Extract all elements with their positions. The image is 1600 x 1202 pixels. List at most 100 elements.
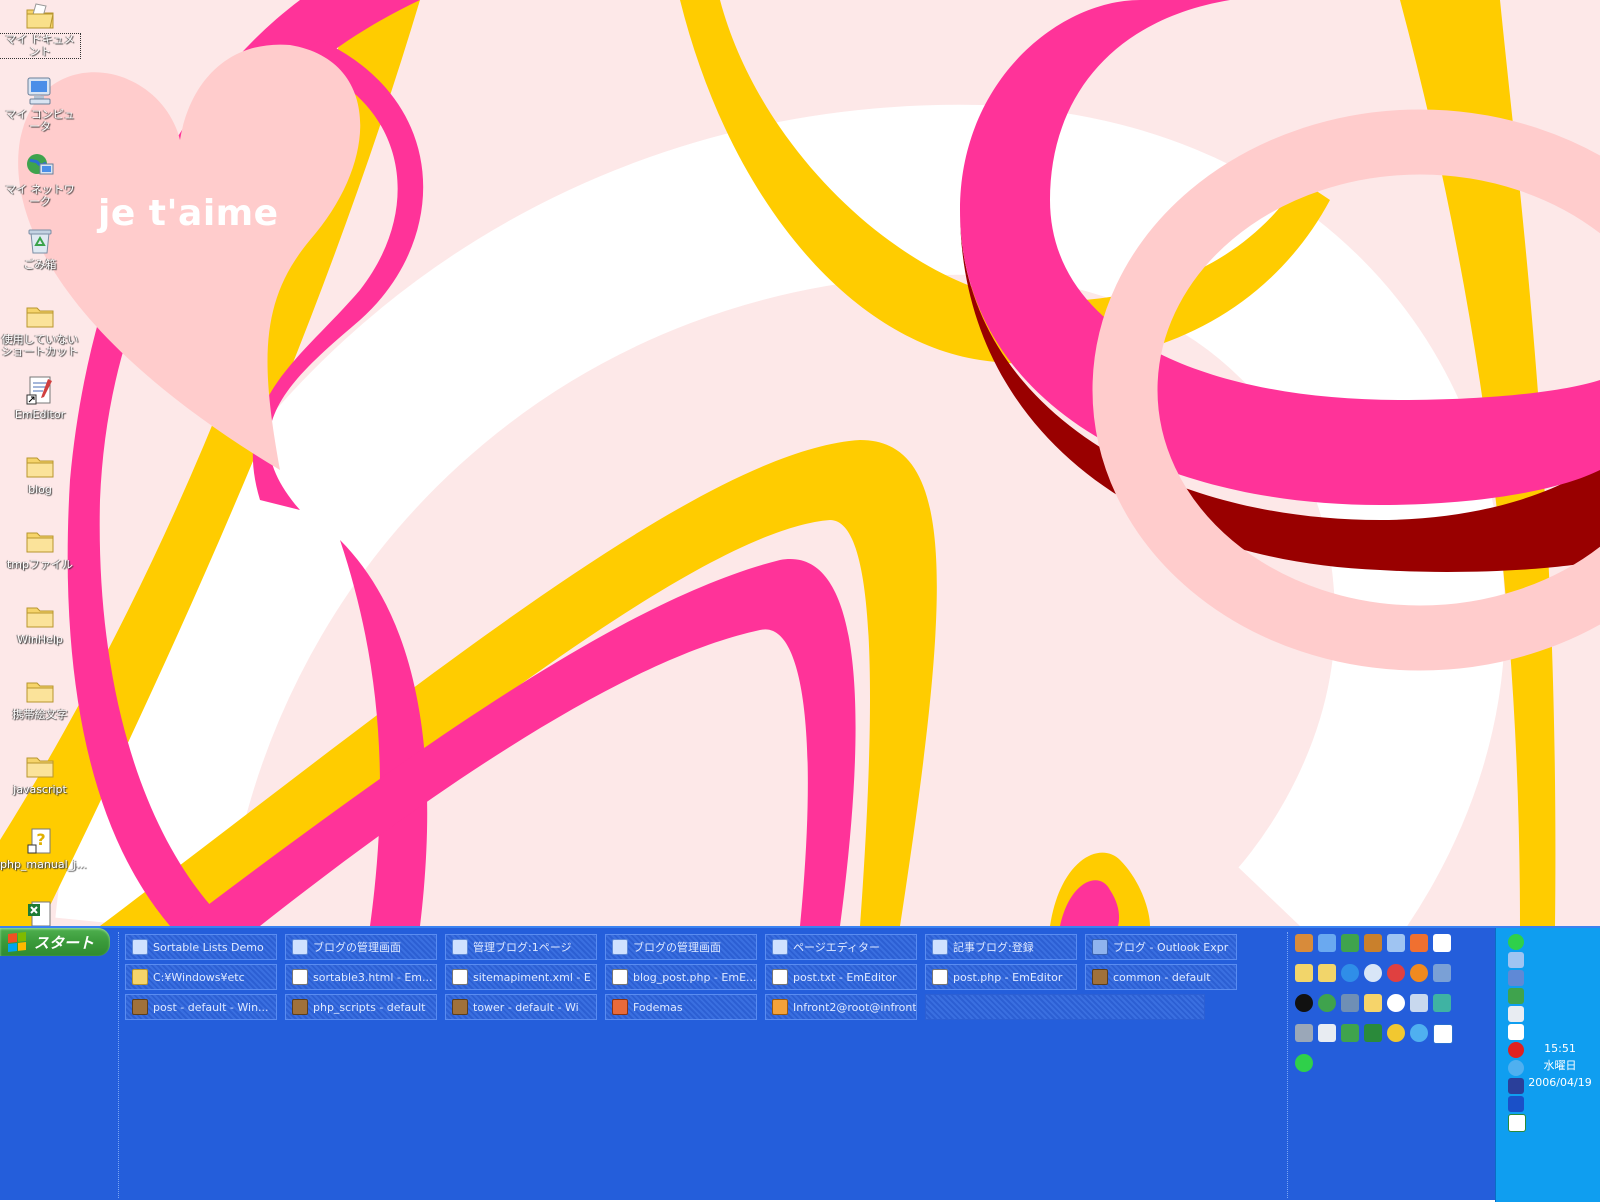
search-icon[interactable] [1410, 1024, 1428, 1042]
terminal-icon [452, 999, 468, 1015]
task-label: tower - default - Wi [473, 1000, 579, 1014]
folder-icon[interactable] [1364, 994, 1382, 1012]
task-button[interactable]: post.txt - EmEditor [765, 964, 917, 990]
task-button[interactable]: ページエディター [765, 934, 917, 960]
n-green-icon[interactable] [1508, 934, 1524, 950]
refresh-icon[interactable] [1318, 994, 1336, 1012]
emeditor-icon [932, 969, 948, 985]
task-button[interactable]: post - default - Win... [125, 994, 277, 1020]
task-button[interactable]: tower - default - Wi [445, 994, 597, 1020]
help2-icon[interactable] [1318, 964, 1336, 982]
folder-icon [132, 969, 148, 985]
desktop-icon-javascript[interactable]: javascript [0, 750, 80, 796]
taskbar: スタート Sortable Lists Demo ブログの管理画面 管理ブログ:… [0, 926, 1600, 1202]
desktop-icon-label: 携帯絵文字 [12, 708, 68, 721]
task-button[interactable]: 管理ブログ:1ページ [445, 934, 597, 960]
clock-weekday: 水曜日 [1543, 1059, 1577, 1072]
task-button[interactable]: php_scripts - default [285, 994, 437, 1020]
desktop-icon-recycle-bin[interactable]: ごみ箱 [0, 225, 80, 271]
desktop-icon-my-documents[interactable]: マイ ドキュメント [0, 0, 81, 59]
ie-icon[interactable] [1318, 934, 1336, 952]
calculator-icon[interactable] [1433, 994, 1451, 1012]
window-icon[interactable] [1318, 1024, 1336, 1042]
notepad-icon[interactable] [1508, 1024, 1524, 1040]
ie-page-icon [772, 939, 788, 955]
bucket-icon[interactable] [1387, 934, 1405, 952]
task-label: common - default [1113, 970, 1211, 984]
app-icon [612, 999, 628, 1015]
desktop-icon-label: マイ コンピュータ [5, 108, 75, 133]
info-icon[interactable] [1295, 1024, 1313, 1042]
task-button[interactable]: Infront2@root@infront2 [765, 994, 917, 1020]
play-icon[interactable] [1508, 1096, 1524, 1112]
monitor-icon[interactable] [1508, 970, 1524, 986]
task-button[interactable]: ブログの管理画面 [285, 934, 437, 960]
task-button[interactable]: sortable3.html - Em... [285, 964, 437, 990]
task-button[interactable]: Sortable Lists Demo [125, 934, 277, 960]
clock[interactable]: 15:51 水曜日 2006/04/19 [1520, 1040, 1600, 1091]
task-label: post.php - EmEditor [953, 970, 1063, 984]
network-icon[interactable] [1341, 934, 1359, 952]
task-button[interactable]: ブログの管理画面 [605, 934, 757, 960]
person-icon[interactable] [1508, 952, 1524, 968]
chart-icon[interactable] [1341, 1024, 1359, 1042]
desktop-icon-excel-file[interactable] [0, 898, 80, 926]
desktop-icon-emeditor[interactable]: EmEditor [0, 375, 80, 421]
desktop-icon-label: 使用していない ショートカット [1, 333, 79, 358]
media-icon[interactable] [1364, 964, 1382, 982]
network2-icon[interactable] [1433, 964, 1451, 982]
task-button[interactable]: C:¥Windows¥etc [125, 964, 277, 990]
folder-icon [26, 607, 54, 628]
triangle-icon[interactable] [1364, 1024, 1382, 1042]
drive-icon[interactable] [1410, 994, 1428, 1012]
desktop-icon-unused-shortcuts[interactable]: 使用していない ショートカット [0, 300, 80, 358]
pen-icon[interactable] [1508, 1006, 1524, 1022]
task-button[interactable]: common - default [1085, 964, 1237, 990]
desktop-icon-my-computer[interactable]: マイ コンピュータ [0, 75, 80, 133]
help-icon[interactable] [1295, 964, 1313, 982]
notepad-icon[interactable] [1433, 934, 1451, 952]
ie-blue-icon[interactable] [1341, 964, 1359, 982]
people-icon[interactable] [1295, 934, 1313, 952]
emeditor-icon [772, 969, 788, 985]
desktop-icon-blog[interactable]: blog [0, 450, 80, 496]
task-button[interactable]: blog_post.php - EmE... [605, 964, 757, 990]
media-player-icon[interactable] [1387, 994, 1405, 1012]
task-label: post - default - Win... [153, 1000, 269, 1014]
desktop-icon-label: マイ ネットワーク [5, 183, 75, 208]
firefox-icon[interactable] [1410, 964, 1428, 982]
shield-icon[interactable] [1341, 994, 1359, 1012]
disc-icon[interactable] [1387, 964, 1405, 982]
desktop-icon-emoji[interactable]: 携帯絵文字 [0, 675, 80, 721]
mascot-icon[interactable] [1387, 1024, 1405, 1042]
task-buttons: Sortable Lists Demo ブログの管理画面 管理ブログ:1ページ … [125, 934, 1250, 1020]
task-button[interactable]: sitemapiment.xml - E [445, 964, 597, 990]
taskbar-divider [118, 932, 122, 1198]
task-label: ブログの管理画面 [313, 941, 401, 954]
excel-file-icon [28, 901, 51, 926]
vp-icon[interactable] [1508, 1114, 1526, 1132]
task-button[interactable]: post.php - EmEditor [925, 964, 1077, 990]
my-network-icon [27, 154, 54, 175]
desktop[interactable]: je t'aime マイ ドキュメント マイ コンピュータ マイ ネットワーク … [0, 0, 1600, 926]
task-button[interactable]: Fodemas [605, 994, 757, 1020]
desktop-icon-label: php_manual_j... [0, 858, 87, 871]
emeditor-icon [452, 969, 468, 985]
task-label: 記事ブログ:登録 [953, 941, 1034, 954]
star-icon[interactable] [1410, 934, 1428, 952]
ie-page-icon [932, 939, 948, 955]
tool-icon[interactable] [1364, 934, 1382, 952]
desktop-icon-my-network[interactable]: マイ ネットワーク [0, 150, 80, 208]
task-button[interactable]: ブログ - Outlook Expr [1085, 934, 1237, 960]
task-label: post.txt - EmEditor [793, 970, 897, 984]
n-green-icon[interactable] [1295, 1054, 1313, 1072]
task-button[interactable]: 記事ブログ:登録 [925, 934, 1077, 960]
start-button[interactable]: スタート [0, 928, 110, 956]
dark-circle-icon[interactable] [1295, 994, 1313, 1012]
exchange-icon[interactable] [1508, 988, 1524, 1004]
desktop-icon-winhelp[interactable]: WinHelp [0, 600, 80, 646]
folder-icon [26, 307, 54, 328]
desktop-icon-php-manual[interactable]: ? php_manual_j... [0, 825, 87, 871]
desktop-icon-tmp[interactable]: tmpファイル [0, 525, 80, 571]
vp-icon[interactable] [1433, 1024, 1453, 1044]
